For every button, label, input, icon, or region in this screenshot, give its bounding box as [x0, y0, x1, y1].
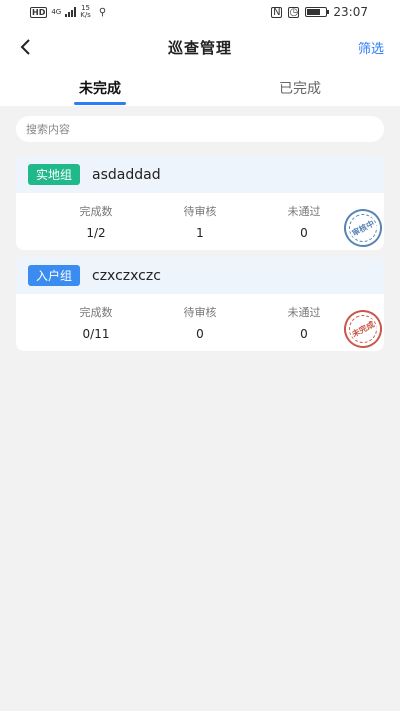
group-name: asdaddad	[92, 166, 161, 183]
search-box	[16, 116, 384, 142]
stat-label: 未通过	[287, 306, 321, 319]
nfc-icon: N	[271, 6, 283, 18]
stat-rejected: 未通过 0	[252, 304, 356, 341]
card-stats: 完成数 0/11 待审核 0 未通过 0 未完成	[16, 294, 384, 351]
card-stats: 完成数 1/2 待审核 1 未通过 0 审核中	[16, 193, 384, 250]
stat-value: 1	[196, 226, 204, 240]
page-title: 巡查管理	[167, 39, 232, 57]
alarm-icon: ◷	[288, 6, 300, 18]
search-input[interactable]	[16, 116, 384, 142]
stat-label: 未通过	[287, 205, 321, 218]
stat-rejected: 未通过 0	[252, 203, 356, 240]
stat-pending: 待审核 0	[148, 304, 252, 341]
network-type: 4G	[51, 7, 62, 16]
status-time: 23:07	[333, 5, 368, 19]
stat-label: 待审核	[183, 205, 217, 218]
group-tag: 入户组	[28, 265, 81, 286]
inspection-card[interactable]: 实地组 asdaddad 完成数 1/2 待审核 1 未通过 0 审核中	[16, 156, 384, 250]
stamp-text: 审核中	[348, 217, 378, 239]
battery-icon	[305, 7, 330, 17]
usb-icon: ⚲	[98, 6, 107, 18]
tab-completed[interactable]: 已完成	[240, 78, 360, 98]
card-header: 入户组 czxczxczc	[16, 257, 384, 294]
tab-indicator	[74, 102, 126, 105]
nav-bar: 巡查管理 筛选	[0, 26, 400, 70]
group-tag: 实地组	[28, 164, 81, 185]
network-speed-unit: K/s	[80, 11, 91, 19]
inspection-card[interactable]: 入户组 czxczxczc 完成数 0/11 待审核 0 未通过 0 未完成	[16, 257, 384, 351]
stat-label: 待审核	[183, 306, 217, 319]
stat-label: 完成数	[79, 306, 113, 319]
status-right: N ◷ 23:07	[271, 5, 368, 19]
stamp-text: 未完成	[348, 318, 378, 340]
stat-value: 0	[196, 327, 204, 341]
stat-value: 0/11	[82, 327, 110, 341]
status-bar: HD 4G 15 K/s ⚲ N ◷ 23:07	[0, 0, 400, 26]
tab-bar: 未完成 已完成	[0, 70, 400, 106]
stat-completed: 完成数 1/2	[44, 203, 148, 240]
network-speed: 15 K/s	[80, 5, 91, 19]
status-left: HD 4G 15 K/s ⚲	[30, 5, 106, 19]
stat-value: 1/2	[86, 226, 106, 240]
hd-badge: HD	[30, 6, 48, 18]
filter-button[interactable]: 筛选	[358, 38, 384, 57]
stat-value: 0	[300, 327, 308, 341]
stat-value: 0	[300, 226, 308, 240]
stat-pending: 待审核 1	[148, 203, 252, 240]
group-name: czxczxczc	[92, 267, 161, 284]
signal-icon	[65, 7, 77, 17]
stat-label: 完成数	[79, 205, 113, 218]
card-header: 实地组 asdaddad	[16, 156, 384, 193]
tab-incomplete[interactable]: 未完成	[40, 78, 160, 98]
stat-completed: 完成数 0/11	[44, 304, 148, 341]
